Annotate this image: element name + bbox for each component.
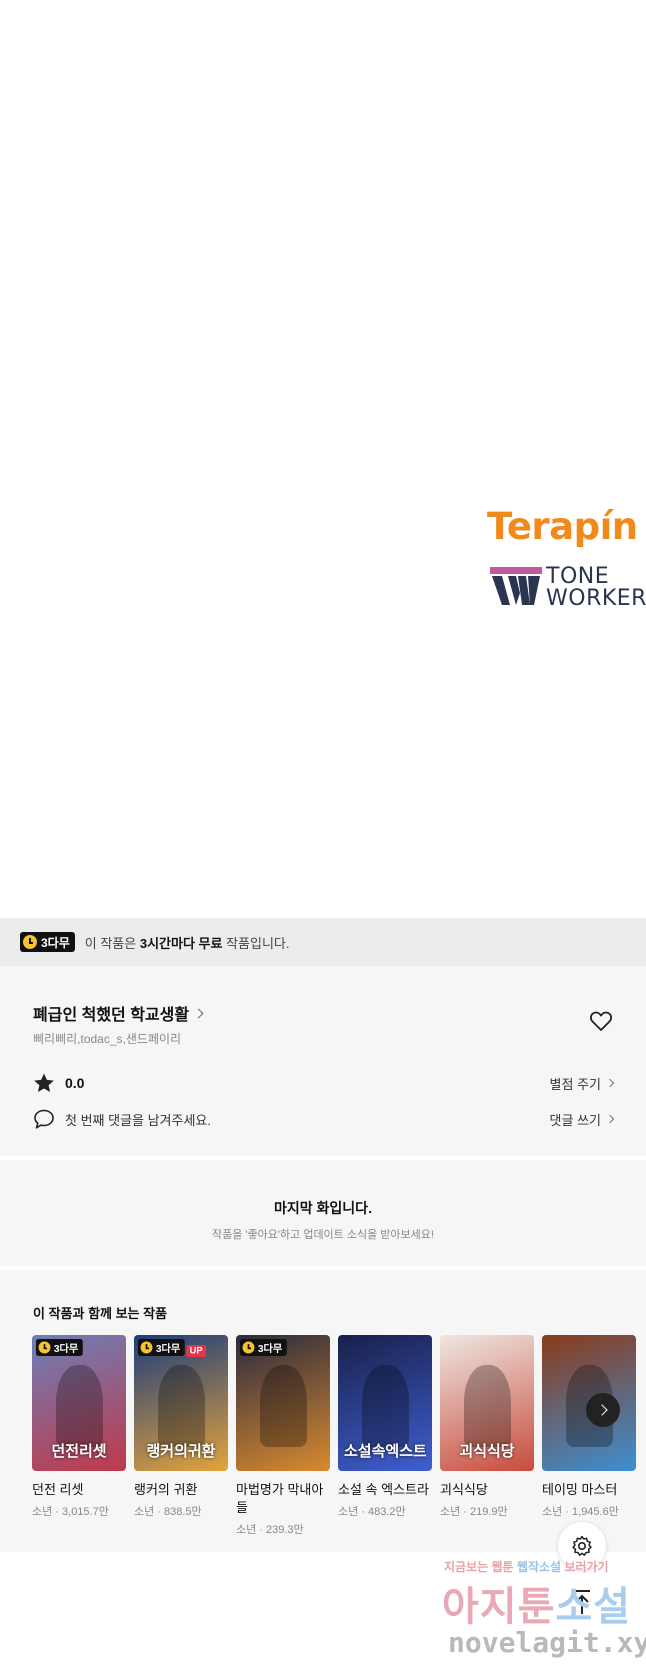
work-title: 폐급인 척했던 학교생활 — [33, 1007, 190, 1024]
clock-icon — [38, 1341, 51, 1354]
recommendations-heading: 이 작품과 함께 보는 작품 — [33, 1306, 168, 1321]
cover-title-art: 소설속엑스트라 — [344, 1443, 426, 1460]
work-authors: 삐리삐리,todac_s,샌드페이리 — [33, 1032, 182, 1046]
recommendation-meta: 소년 · 483.2만 — [338, 1506, 406, 1518]
watermark-line1: 지금보는 웹툰 웹작소설 보러가기 — [444, 1558, 609, 1575]
speech-bubble-icon — [34, 1109, 54, 1129]
recommendation-title: 던전 리셋 — [32, 1482, 84, 1497]
rate-button-label: 별점 주기 — [549, 1076, 601, 1092]
recommendation-title: 랭커의 귀환 — [134, 1482, 198, 1497]
wait-free-badge: 3다무 — [20, 932, 75, 952]
toneworker-logo: TONE WORKER — [490, 566, 646, 610]
recommendation-thumbnail: 3다무 UP 랭커의귀환 — [134, 1335, 228, 1471]
wait-free-badge: 3다무 — [240, 1339, 287, 1356]
watermark-line2-a: 아지툰 — [442, 1584, 556, 1630]
clock-icon — [23, 935, 37, 949]
free-info-bar: 3다무 이 작품은 3시간마다 무료 작품입니다. — [0, 918, 646, 966]
toneworker-mark-icon — [490, 567, 542, 605]
recommendation-meta: 소년 · 838.5만 — [134, 1506, 202, 1518]
wait-free-badge: 3다무 — [138, 1339, 185, 1356]
recommendation-meta: 소년 · 219.9만 — [440, 1506, 508, 1518]
recommendation-title: 마법명가 막내아들 — [236, 1482, 324, 1515]
recommendation-card[interactable]: 괴식식당 괴식식당 소년 · 219.9만 — [440, 1335, 534, 1519]
watermark-line2-b: 소설 — [555, 1584, 632, 1630]
cover-figure — [259, 1364, 307, 1447]
cover-figure — [361, 1364, 409, 1447]
last-episode-subtitle: 작품을 '좋아요'하고 업데이트 소식을 받아보세요! — [212, 1229, 434, 1241]
card-badges: 3다무 — [240, 1339, 287, 1358]
wait-free-badge: 3다무 — [36, 1339, 83, 1356]
recommendation-title: 테이밍 마스터 — [542, 1482, 618, 1497]
star-filled-icon — [34, 1073, 54, 1092]
watermark-line3: novelagit.xyz — [448, 1626, 646, 1659]
free-text-prefix: 이 작품은 — [84, 935, 140, 951]
watermark-line2: 아지툰소설 — [442, 1574, 631, 1632]
badge-label: 3다무 — [53, 1341, 79, 1354]
carousel-next-button[interactable] — [586, 1393, 620, 1427]
terapin-logo: Terapín — [487, 505, 638, 548]
clock-icon — [140, 1341, 153, 1354]
recommendation-card[interactable]: 3다무마법명가 막내아들소년 · 239.3만 — [236, 1335, 330, 1537]
recommendation-card[interactable]: 소설속엑스트라소설 속 엑스트라소년 · 483.2만 — [338, 1335, 432, 1519]
rating-score: 0.0 — [65, 1075, 85, 1091]
rating-row: 0.0 별점 주기 — [33, 1072, 615, 1094]
recommendation-meta: 소년 · 3,015.7만 — [32, 1506, 109, 1518]
recommendation-card[interactable]: 테이밍 마스터소년 · 1,945.6만 — [542, 1335, 636, 1519]
write-comment-button[interactable]: 댓글 쓰기 — [549, 1110, 615, 1129]
chevron-right-icon — [605, 1078, 615, 1088]
recommendation-thumbnail: 3다무 — [236, 1335, 330, 1471]
recommendation-thumbnail: 소설속엑스트라 — [338, 1335, 432, 1471]
clock-icon — [242, 1341, 255, 1354]
work-info-section: 폐급인 척했던 학교생활 삐리삐리,todac_s,샌드페이리 0.0 별점 주… — [0, 966, 646, 1156]
gear-icon — [572, 1535, 592, 1556]
recommendation-card[interactable]: 3다무 UP 랭커의귀환랭커의 귀환소년 · 838.5만 — [134, 1335, 228, 1519]
rate-button[interactable]: 별점 주기 — [549, 1074, 615, 1093]
recommendation-card[interactable]: 3다무던전리셋던전 리셋소년 · 3,015.7만 — [32, 1335, 126, 1519]
watermark-line1-c: 보러가기 — [561, 1560, 609, 1574]
recommendation-title: 소설 속 엑스트라 — [338, 1482, 429, 1497]
free-text-bold: 3시간마다 무료 — [139, 935, 223, 951]
cover-figure — [55, 1364, 103, 1447]
heart-outline-icon[interactable] — [589, 1010, 613, 1032]
work-title-link[interactable]: 폐급인 척했던 학교생활 — [33, 1001, 204, 1025]
cover-figure — [463, 1364, 511, 1447]
cover-title-art: 괴식식당 — [459, 1443, 515, 1460]
free-info-text: 이 작품은 3시간마다 무료 작품입니다. — [85, 933, 290, 952]
chevron-right-icon — [193, 1008, 204, 1018]
recommendation-thumbnail: 괴식식당 — [440, 1335, 534, 1471]
last-episode-notice: 마지막 화입니다. 작품을 '좋아요'하고 업데이트 소식을 받아보세요! — [0, 1160, 646, 1266]
recommendation-meta: 소년 · 1,945.6만 — [542, 1506, 619, 1518]
cover-figure — [157, 1364, 205, 1447]
toneworker-line1: TONE — [546, 564, 610, 589]
recommendations-section: 이 작품과 함께 보는 작품 3다무던전리셋던전 리셋소년 · 3,015.7만… — [0, 1270, 646, 1552]
cover-title-art: 던전리셋 — [51, 1443, 107, 1460]
last-episode-title: 마지막 화입니다. — [274, 1200, 372, 1216]
comment-row: 첫 번째 댓글을 남겨주세요. 댓글 쓰기 — [33, 1108, 615, 1130]
chevron-right-icon — [595, 1404, 608, 1416]
free-text-suffix: 작품입니다. — [222, 935, 290, 951]
badge-label: 3다무 — [155, 1341, 181, 1354]
cover-title-art: 랭커의귀환 — [146, 1443, 216, 1460]
badge-label: 3다무 — [257, 1341, 283, 1354]
toneworker-line2: WORKER — [546, 586, 646, 611]
up-badge: UP — [186, 1344, 207, 1357]
comment-prompt: 첫 번째 댓글을 남겨주세요. — [65, 1112, 212, 1128]
badge-label: 3다무 — [41, 935, 70, 950]
episode-last-panel: Terapín TONE WORKER — [0, 0, 646, 918]
watermark-line1-a: 지금보는 웹툰 — [444, 1560, 517, 1574]
watermark-line1-b: 웹작소설 — [516, 1560, 562, 1574]
recommendation-title: 괴식식당 — [440, 1482, 488, 1497]
write-comment-label: 댓글 쓰기 — [549, 1112, 601, 1128]
recommendation-meta: 소년 · 239.3만 — [236, 1524, 304, 1536]
card-badges: 3다무 — [36, 1339, 83, 1358]
recommendation-thumbnail: 3다무던전리셋 — [32, 1335, 126, 1471]
card-badges: 3다무 UP — [138, 1339, 207, 1358]
site-watermark: 지금보는 웹툰 웹작소설 보러가기 아지툰소설 novelagit.xyz — [442, 1556, 646, 1668]
chevron-right-icon — [605, 1114, 615, 1124]
